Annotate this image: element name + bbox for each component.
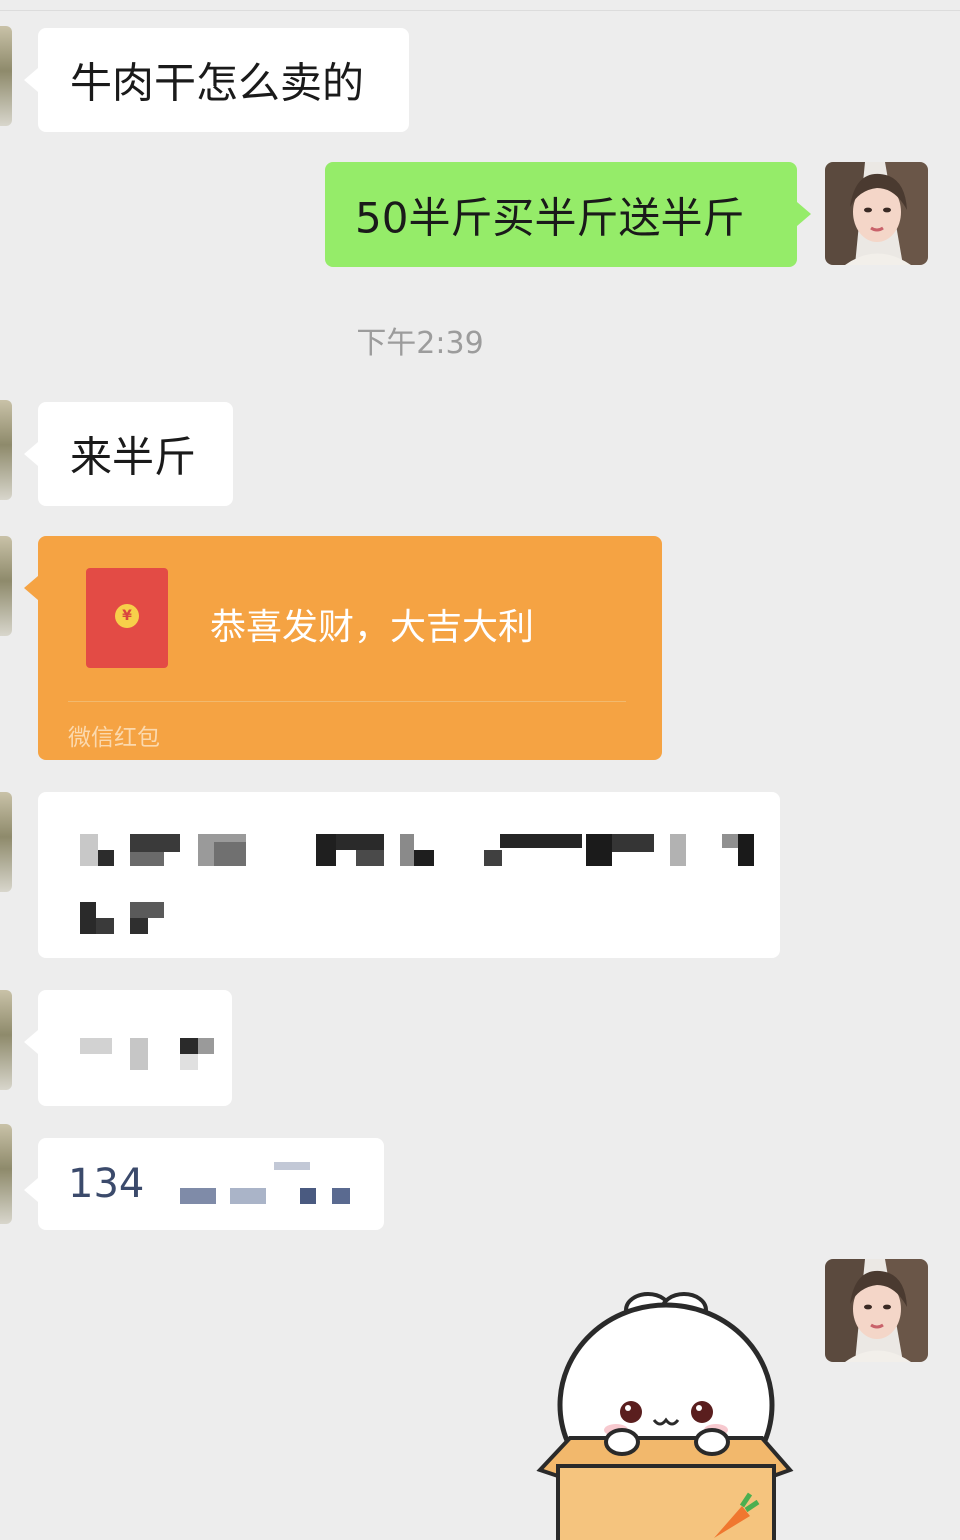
message-text: 来半斤 <box>70 432 197 482</box>
message-bubble-outgoing[interactable]: 50半斤买半斤送半斤 <box>325 162 811 267</box>
message-bubble-incoming-censored[interactable] <box>24 990 232 1106</box>
message-bubble-incoming[interactable]: 牛肉干怎么卖的 <box>24 28 409 132</box>
message-text: 牛肉干怎么卖的 <box>70 58 365 108</box>
contact-avatar[interactable] <box>0 536 12 636</box>
censor-mosaic <box>38 1138 384 1230</box>
message-bubble-incoming[interactable]: 来半斤 <box>24 402 233 506</box>
message-bubble-incoming-censored[interactable]: 134 <box>24 1138 384 1230</box>
red-envelope-icon: ¥ <box>86 568 168 668</box>
censor-mosaic <box>38 792 780 958</box>
censor-mosaic <box>38 990 232 1106</box>
message-bubble-incoming-censored[interactable] <box>38 792 780 958</box>
my-avatar[interactable] <box>825 1259 928 1362</box>
contact-avatar[interactable] <box>0 792 12 892</box>
contact-avatar[interactable] <box>0 26 12 126</box>
red-packet-label: 微信红包 <box>68 725 160 751</box>
contact-avatar[interactable] <box>0 990 12 1090</box>
message-timestamp: 下午2:39 <box>356 326 484 361</box>
contact-avatar[interactable] <box>0 400 12 500</box>
contact-avatar[interactable] <box>0 1124 12 1224</box>
red-packet-message[interactable]: ¥ 恭喜发财，大吉大利 微信红包 <box>24 536 662 760</box>
red-packet-title: 恭喜发财，大吉大利 <box>210 607 535 648</box>
red-packet-divider <box>68 701 626 702</box>
my-avatar[interactable] <box>825 162 928 265</box>
message-text: 50半斤买半斤送半斤 <box>355 193 745 242</box>
top-divider <box>0 10 960 11</box>
coin-icon: ¥ <box>115 604 139 628</box>
bunny-sticker-icon[interactable] <box>536 1280 796 1540</box>
